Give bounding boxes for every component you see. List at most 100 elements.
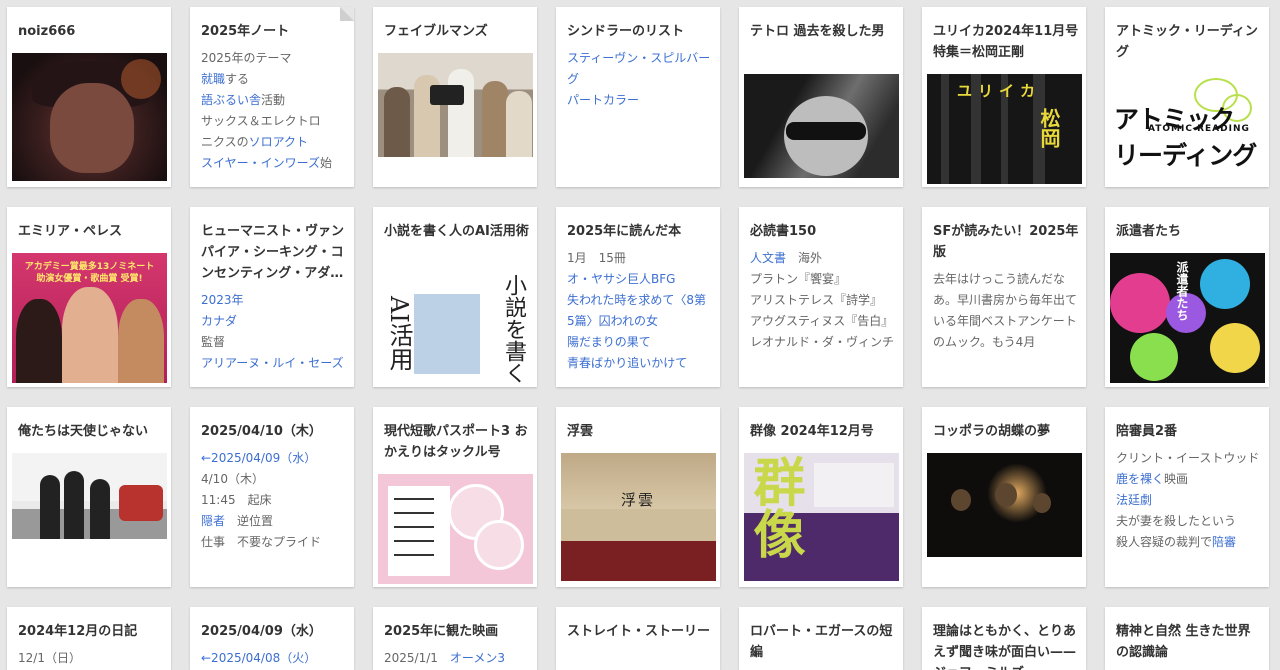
card-jeff-mills[interactable]: 理論はともかく、とりあえず聞き味が面白い——ジェフ・ミルズ [922,607,1086,670]
card-emilia-perez[interactable]: エミリア・ペレス アカデミー賞最多13ノミネート 助演女優賞・歌曲賞 受賞! [7,207,171,387]
card-tanka-passport[interactable]: 現代短歌パスポート3 おかえりはタックル号 [373,407,537,587]
card-excerpt: ←2025/04/08（火） [201,648,347,669]
card-2025-04-09[interactable]: 2025/04/09（水） ←2025/04/08（火） [190,607,354,670]
card-excerpt: 2025年のテーマ 就職する 語ぶるい舎活動 サックス＆エレクトロ ニクスのソロ… [201,48,347,174]
keyword-link[interactable]: 法廷劇 [1116,490,1262,511]
movie-still-image [744,74,899,178]
card-ukigumo[interactable]: 浮雲 浮雲 [556,407,720,587]
excerpt-line: 鹿を裸く映画 [1116,472,1189,486]
card-tetro[interactable]: テトロ 過去を殺した男 [739,7,903,187]
movie-still-image [378,53,533,157]
card-robert-eggers-shorts[interactable]: ロバート・エガースの短編 [739,607,903,670]
excerpt-line: 隠者 逆位置 [201,514,274,528]
keyword-link[interactable]: オ・ヤサシ巨人BFG [567,269,713,290]
book-cover-image: アトミック ATOMIC READING リーディング [1110,74,1265,184]
card-title: 俺たちは天使じゃない [18,424,149,439]
keyword-link[interactable]: 陽だまりの果て [567,332,713,353]
card-title: 2025年ノート [201,24,290,39]
card-movies-watched-2025[interactable]: 2025年に観た映画 2025/1/1 オーメン3 [373,607,537,670]
excerpt-line: レオナルド・ダ・ヴィンチ [750,335,895,349]
card-were-no-angels[interactable]: 俺たちは天使じゃない [7,407,171,587]
movie-still-image [12,453,167,539]
card-eureka[interactable]: ユリイカ2024年11月号 特集＝松岡正剛 ユリイカ 松岡 [922,7,1086,187]
card-excerpt: スティーヴン・スピルバーグ パートカラー [567,48,713,111]
excerpt-line: プラトン『饗宴』 [750,272,847,286]
card-title: フェイブルマンズ [384,24,488,39]
keyword-link[interactable]: スティーヴン・スピルバーグ [567,48,713,90]
keyword-link[interactable]: カナダ [201,311,347,332]
excerpt-line: 1月 15冊 [567,251,626,265]
card-ai-novel-writing[interactable]: 小説を書く人のAI活用術 小説を書く AI活用 [373,207,537,387]
card-title: 必読書150 [750,224,817,239]
keyword-link[interactable]: 鹿を裸く [1116,472,1164,486]
keyword-link[interactable]: スイヤー・インワーズ [201,156,320,170]
keyword-link[interactable]: アリアーヌ・ルイ・セーズ [201,353,347,374]
magazine-cover-image: ユリイカ 松岡 [927,74,1082,184]
keyword-link[interactable]: 青春ばかり追いかけて [567,353,713,374]
card-sf-ga-yomitai[interactable]: SFが読みたい！2025年版 去年はけっこう読んだなあ。早川書房から毎年出ている… [922,207,1086,387]
keyword-link[interactable]: 2023年 [201,290,347,311]
card-mind-and-nature[interactable]: 精神と自然 生きた世界の認識論 [1105,607,1269,670]
card-title: 精神と自然 生きた世界の認識論 [1116,624,1251,660]
card-straight-story[interactable]: ストレイト・ストーリー [556,607,720,670]
book-cover-image [378,474,533,584]
card-noiz666[interactable]: noiz666 [7,7,171,187]
book-cover-image: 派遣者たち [1110,253,1265,383]
card-fabelmans[interactable]: フェイブルマンズ [373,7,537,187]
keyword-link[interactable]: 失われた時を求めて〈8第5篇〉囚われの女 [567,290,713,332]
card-atomic-reading[interactable]: アトミック・リーディング アトミック ATOMIC READING リーディング [1105,7,1269,187]
card-gunzo-2024-12[interactable]: 群像 2024年12月号 群像 [739,407,903,587]
card-schindlers-list[interactable]: シンドラーのリスト スティーヴン・スピルバーグ パートカラー [556,7,720,187]
keyword-link[interactable]: オーメン3 [450,651,505,665]
keyword-link[interactable]: ソロアクト [249,135,308,149]
excerpt-line: 2025年のテーマ [201,51,292,65]
card-title: テトロ 過去を殺した男 [750,24,885,39]
excerpt-line: 去年はけっこう読んだなあ。早川書房から毎年出ている年間ベストアンケートのムック。… [933,272,1078,349]
card-juror-2[interactable]: 陪審員2番 クリント・イーストウッド 鹿を裸く映画 法廷劇 夫が妻を殺したという… [1105,407,1269,587]
card-2025-note[interactable]: 2025年ノート 2025年のテーマ 就職する 語ぶるい舎活動 サックス＆エレク… [190,7,354,187]
excerpt-line: 人文書 海外 [750,251,823,265]
keyword-link[interactable]: 語ぶるい舎 [201,93,261,107]
card-must-read-150[interactable]: 必読書150 人文書 海外 プラトン『饗宴』 アリストテレス『詩学』 アウグステ… [739,207,903,387]
card-title: 陪審員2番 [1116,424,1178,439]
excerpt-line: 12/1（日） [18,651,81,665]
card-title: 2025年に読んだ本 [567,224,682,239]
card-title: 小説を書く人のAI活用術 [384,224,529,239]
keyword-link[interactable]: 隠者 [201,514,225,528]
card-excerpt: 2023年 カナダ 監督 アリアーヌ・ルイ・セーズ [201,290,347,374]
excerpt-line: サックス＆エレクトロ [201,114,321,128]
card-2025-04-10[interactable]: 2025/04/10（木） ←2025/04/09（水） 4/10（木） 11:… [190,407,354,587]
card-title: ユリイカ2024年11月号 特集＝松岡正剛 [933,24,1079,60]
keyword-link[interactable]: 陪審 [1212,535,1236,549]
card-title: ヒューマニスト・ヴァンパイア・シーキング・コンセンティング・アダルト [201,224,345,281]
card-hakensha-tachi[interactable]: 派遣者たち 派遣者たち [1105,207,1269,387]
card-title: 2024年12月の日記 [18,624,138,639]
keyword-link[interactable]: ←2025/04/09（水） [201,448,347,469]
keyword-link[interactable]: ←2025/04/08（火） [201,648,347,669]
keyword-link[interactable]: 就職 [201,72,225,86]
card-title: 2025年に観た映画 [384,624,499,639]
keyword-link[interactable]: パートカラー [567,90,713,111]
card-excerpt: 2025/1/1 オーメン3 [384,648,530,669]
keyword-link[interactable]: 人文書 [750,251,786,265]
card-2024-12-diary[interactable]: 2024年12月の日記 12/1（日） [7,607,171,670]
excerpt-line: 語ぶるい舎活動 [201,93,286,107]
card-title: ストレイト・ストーリー [567,624,711,639]
card-title: 浮雲 [567,424,594,439]
card-title: 現代短歌パスポート3 おかえりはタックル号 [384,424,528,460]
card-humanist-vampire[interactable]: ヒューマニスト・ヴァンパイア・シーキング・コンセンティング・アダルト 2023年… [190,207,354,387]
card-title: シンドラーのリスト [567,24,685,39]
excerpt-line: ニクスのソロアクト [201,135,309,149]
excerpt-line: クリント・イーストウッド [1116,451,1260,465]
card-excerpt: 去年はけっこう読んだなあ。早川書房から毎年出ている年間ベストアンケートのムック。… [933,269,1079,353]
card-excerpt: ←2025/04/09（水） 4/10（木） 11:45 起床 隠者 逆位置 仕… [201,448,347,553]
avatar-image [12,53,167,181]
note-card-grid: noiz666 2025年ノート 2025年のテーマ 就職する 語ぶるい舎活動 … [0,0,1280,670]
card-title: 2025/04/10（木） [201,424,322,439]
card-books-read-2025[interactable]: 2025年に読んだ本 1月 15冊 オ・ヤサシ巨人BFG 失われた時を求めて〈8… [556,207,720,387]
book-cover-image: 小説を書く AI活用 [378,274,533,384]
excerpt-line: 殺人容疑の裁判で陪審 [1116,535,1237,549]
card-title: アトミック・リーディング [1116,24,1258,60]
card-coppola-butterfly-dream[interactable]: コッポラの胡蝶の夢 [922,407,1086,587]
card-title: 理論はともかく、とりあえず聞き味が面白い——ジェフ・ミルズ [933,624,1077,670]
